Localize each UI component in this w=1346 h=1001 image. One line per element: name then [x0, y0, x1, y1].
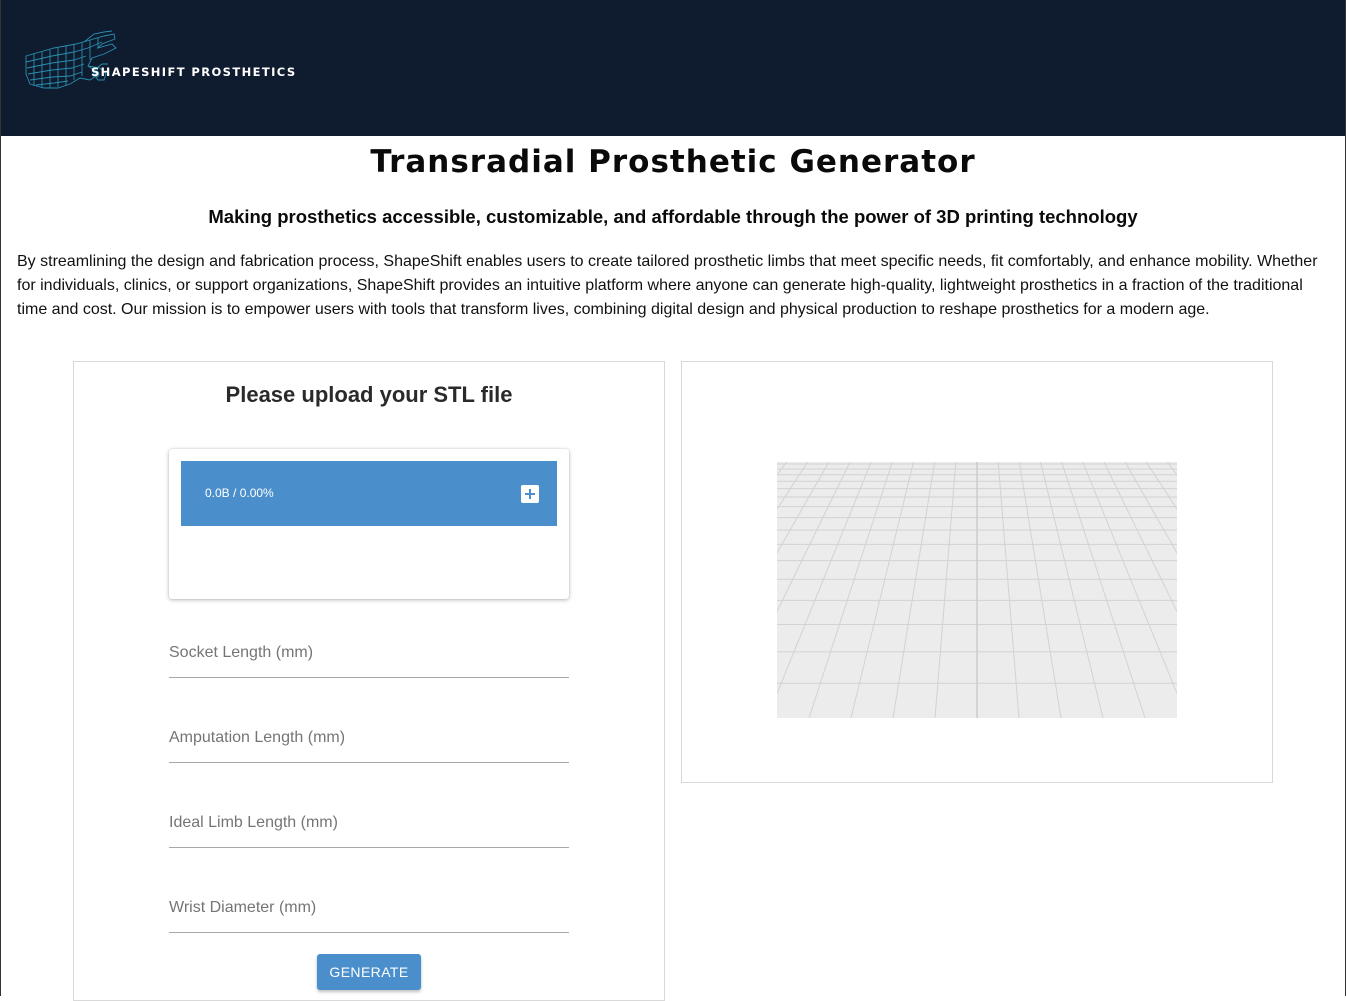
site-header: SHAPESHIFT PROSTHETICS: [0, 0, 1346, 136]
wrist-diameter-input[interactable]: [169, 893, 569, 933]
upload-status: 0.0B / 0.00%: [205, 486, 274, 500]
upload-heading: Please upload your STL file: [225, 382, 513, 407]
preview-panel: [681, 361, 1273, 783]
stl-file-uploader[interactable]: 0.0B / 0.00%: [169, 449, 569, 599]
brand-name: SHAPESHIFT PROSTHETICS: [91, 65, 297, 79]
ideal-limb-length-field: [169, 788, 569, 848]
amputation-length-field: [169, 703, 569, 763]
input-form-panel: Please upload your STL file 0.0B / 0.00%…: [73, 361, 665, 1001]
brand-logo[interactable]: SHAPESHIFT PROSTHETICS: [24, 30, 324, 96]
wireframe-hand-icon: [25, 30, 117, 89]
intro-paragraph: By streamlining the design and fabricati…: [17, 253, 1318, 318]
upload-progress-bar: 0.0B / 0.00%: [181, 461, 557, 526]
page-subtitle: Making prosthetics accessible, customiza…: [208, 206, 1138, 227]
3d-viewer-canvas[interactable]: [777, 462, 1177, 718]
socket-length-field: [169, 618, 569, 678]
add-file-button[interactable]: [521, 485, 539, 503]
amputation-length-input[interactable]: [169, 723, 569, 763]
perspective-grid: [777, 462, 1177, 718]
socket-length-input[interactable]: [169, 638, 569, 678]
page-title: Transradial Prosthetic Generator: [370, 144, 976, 180]
ideal-limb-length-input[interactable]: [169, 808, 569, 848]
wrist-diameter-field: [169, 873, 569, 933]
generate-button[interactable]: GENERATE: [317, 954, 421, 990]
